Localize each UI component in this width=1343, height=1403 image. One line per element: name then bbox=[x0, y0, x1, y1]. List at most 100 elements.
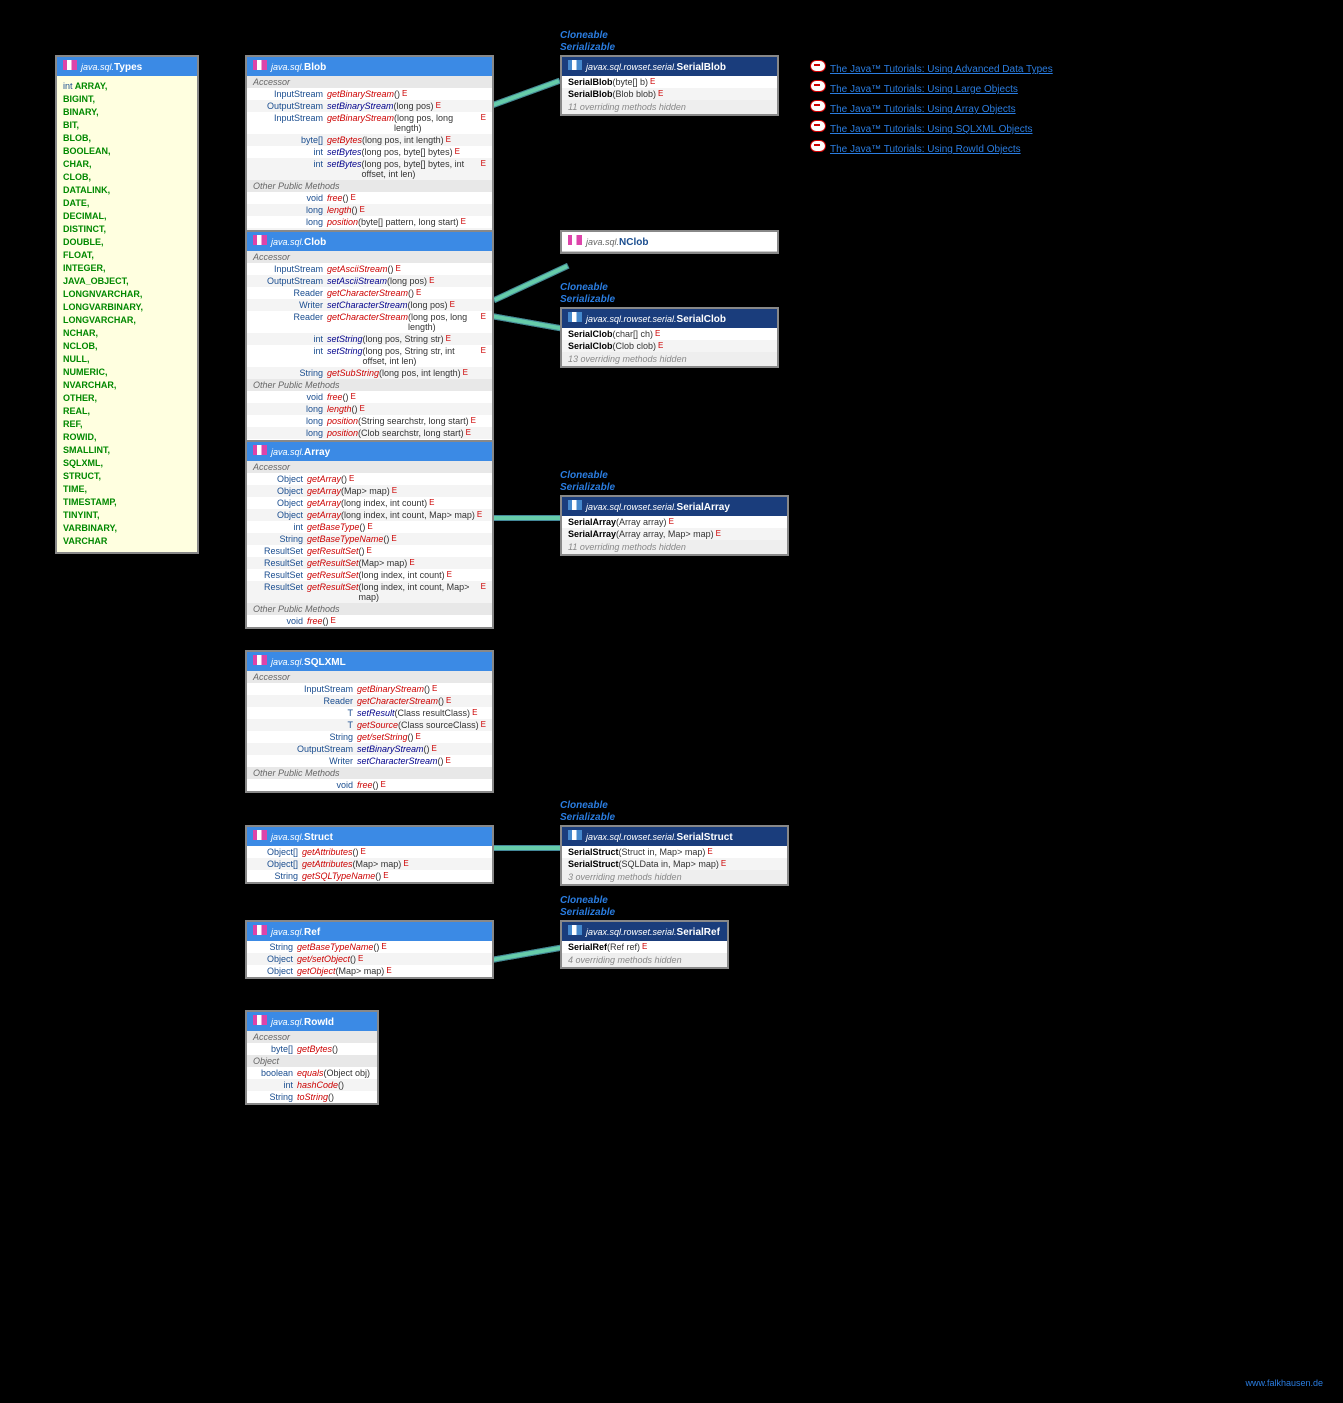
interface-icon bbox=[63, 60, 77, 70]
oracle-icon bbox=[810, 120, 826, 132]
class-serialref: javax.sql.rowset.serial.SerialRef Serial… bbox=[560, 920, 729, 969]
hidden-methods-note: 3 overriding methods hidden bbox=[562, 870, 787, 884]
method-row: InputStreamgetAsciiStream ()E bbox=[247, 263, 492, 275]
section-label: Accessor bbox=[247, 1031, 377, 1043]
types-header: java.sql.Types bbox=[57, 57, 197, 76]
method-row: InputStreamgetBinaryStream (long pos, lo… bbox=[247, 112, 492, 134]
tag-cloneable: Cloneable bbox=[560, 30, 608, 41]
serialref-header: javax.sql.rowset.serial.SerialRef bbox=[562, 922, 727, 941]
method-row: byte[]getBytes (long pos, int length)E bbox=[247, 134, 492, 146]
method-row: ObjectgetArray (long index, int count)E bbox=[247, 497, 492, 509]
method-row: ObjectgetArray (Map> map)E bbox=[247, 485, 492, 497]
method-row: TgetSource (Class sourceClass)E bbox=[247, 719, 492, 731]
oracle-icon bbox=[810, 60, 826, 72]
method-row: OutputStreamsetBinaryStream ()E bbox=[247, 743, 492, 755]
method-row: intsetBytes (long pos, byte[] bytes)E bbox=[247, 146, 492, 158]
serialclob-header: javax.sql.rowset.serial.SerialClob bbox=[562, 309, 777, 328]
interface-icon bbox=[253, 925, 267, 935]
method-row: voidfree ()E bbox=[247, 192, 492, 204]
method-row: ResultSetgetResultSet (long index, int c… bbox=[247, 581, 492, 603]
tutorial-link[interactable]: The Java™ Tutorials: Using RowId Objects bbox=[810, 140, 1021, 155]
blob-header: java.sql.Blob bbox=[247, 57, 492, 76]
connector bbox=[491, 78, 561, 108]
connector bbox=[490, 845, 562, 851]
footer-credit: www.falkhausen.de bbox=[1245, 1378, 1323, 1388]
connector bbox=[490, 515, 562, 521]
method-row: intgetBaseType ()E bbox=[247, 521, 492, 533]
section-label: Accessor bbox=[247, 671, 492, 683]
interface-icon bbox=[568, 235, 582, 245]
interface-icon bbox=[253, 1015, 267, 1025]
method-row: intsetString (long pos, String str, int … bbox=[247, 345, 492, 367]
method-row: Objectget/setObject ()E bbox=[247, 953, 492, 965]
hidden-methods-note: 4 overriding methods hidden bbox=[562, 953, 727, 967]
method-row: StringgetSQLTypeName ()E bbox=[247, 870, 492, 882]
tag-serializable: Serializable bbox=[560, 42, 615, 53]
method-row: voidfree ()E bbox=[247, 391, 492, 403]
method-row: inthashCode () bbox=[247, 1079, 377, 1091]
method-row: SerialBlob (Blob blob)E bbox=[562, 88, 777, 100]
method-row: WritersetCharacterStream (long pos)E bbox=[247, 299, 492, 311]
class-icon bbox=[568, 500, 582, 510]
method-row: longposition (Clob searchstr, long start… bbox=[247, 427, 492, 439]
method-row: intsetString (long pos, String str)E bbox=[247, 333, 492, 345]
method-row: Stringget/setString ()E bbox=[247, 731, 492, 743]
nclob-header: java.sql.NClob bbox=[562, 232, 777, 252]
class-serialblob: javax.sql.rowset.serial.SerialBlob Seria… bbox=[560, 55, 779, 116]
ref-header: java.sql.Ref bbox=[247, 922, 492, 941]
method-row: booleanequals (Object obj) bbox=[247, 1067, 377, 1079]
class-serialarray: javax.sql.rowset.serial.SerialArray Seri… bbox=[560, 495, 789, 556]
types-body: int ARRAY,BIGINT,BINARY,BIT,BLOB,BOOLEAN… bbox=[57, 76, 197, 552]
tag-serializable: Serializable bbox=[560, 482, 615, 493]
method-row: longlength ()E bbox=[247, 403, 492, 415]
tutorial-link[interactable]: The Java™ Tutorials: Using Large Objects bbox=[810, 80, 1018, 95]
tag-serializable: Serializable bbox=[560, 812, 615, 823]
method-row: SerialClob (char[] ch)E bbox=[562, 328, 777, 340]
method-row: intsetBytes (long pos, byte[] bytes, int… bbox=[247, 158, 492, 180]
method-row: SerialStruct (SQLData in, Map> map)E bbox=[562, 858, 787, 870]
section-label: Accessor bbox=[247, 461, 492, 473]
rowid-header: java.sql.RowId bbox=[247, 1012, 377, 1031]
section-label: Object bbox=[247, 1055, 377, 1067]
interface-icon bbox=[253, 235, 267, 245]
section-label: Other Public Methods bbox=[247, 379, 492, 391]
method-row: SerialStruct (Struct in, Map> map)E bbox=[562, 846, 787, 858]
interface-array: java.sql.Array Accessor ObjectgetArray (… bbox=[245, 440, 494, 629]
serialarray-header: javax.sql.rowset.serial.SerialArray bbox=[562, 497, 787, 516]
interface-sqlxml: java.sql.SQLXML Accessor InputStreamgetB… bbox=[245, 650, 494, 793]
method-row: InputStreamgetBinaryStream ()E bbox=[247, 88, 492, 100]
hidden-methods-note: 11 overriding methods hidden bbox=[562, 540, 787, 554]
interface-ref: java.sql.Ref StringgetBaseTypeName ()EOb… bbox=[245, 920, 494, 979]
interface-clob: java.sql.Clob Accessor InputStreamgetAsc… bbox=[245, 230, 494, 453]
hidden-methods-note: 13 overriding methods hidden bbox=[562, 352, 777, 366]
interface-struct: java.sql.Struct Object[]getAttributes ()… bbox=[245, 825, 494, 884]
interface-rowid: java.sql.RowId Accessor byte[]getBytes (… bbox=[245, 1010, 379, 1105]
interface-blob: java.sql.Blob Accessor InputStreamgetBin… bbox=[245, 55, 494, 254]
class-icon bbox=[568, 312, 582, 322]
connector bbox=[493, 263, 570, 303]
method-row: ReadergetCharacterStream (long pos, long… bbox=[247, 311, 492, 333]
method-row: longposition (byte[] pattern, long start… bbox=[247, 216, 492, 228]
class-serialclob: javax.sql.rowset.serial.SerialClob Seria… bbox=[560, 307, 779, 368]
array-header: java.sql.Array bbox=[247, 442, 492, 461]
interface-icon bbox=[253, 655, 267, 665]
method-row: InputStreamgetBinaryStream ()E bbox=[247, 683, 492, 695]
tutorial-link[interactable]: The Java™ Tutorials: Using Advanced Data… bbox=[810, 60, 1053, 75]
method-row: SerialArray (Array array)E bbox=[562, 516, 787, 528]
method-row: StringgetBaseTypeName ()E bbox=[247, 533, 492, 545]
hidden-methods-note: 11 overriding methods hidden bbox=[562, 100, 777, 114]
tutorial-link[interactable]: The Java™ Tutorials: Using Array Objects bbox=[810, 100, 1016, 115]
struct-header: java.sql.Struct bbox=[247, 827, 492, 846]
tutorial-link[interactable]: The Java™ Tutorials: Using SQLXML Object… bbox=[810, 120, 1033, 135]
method-row: ResultSetgetResultSet (Map> map)E bbox=[247, 557, 492, 569]
method-row: voidfree ()E bbox=[247, 615, 492, 627]
method-row: voidfree ()E bbox=[247, 779, 492, 791]
tag-serializable: Serializable bbox=[560, 294, 615, 305]
method-row: TsetResult (Class resultClass)E bbox=[247, 707, 492, 719]
method-row: StringtoString () bbox=[247, 1091, 377, 1103]
method-row: ObjectgetObject (Map> map)E bbox=[247, 965, 492, 977]
interface-icon bbox=[253, 830, 267, 840]
method-row: byte[]getBytes () bbox=[247, 1043, 377, 1055]
method-row: longposition (String searchstr, long sta… bbox=[247, 415, 492, 427]
method-row: StringgetBaseTypeName ()E bbox=[247, 941, 492, 953]
